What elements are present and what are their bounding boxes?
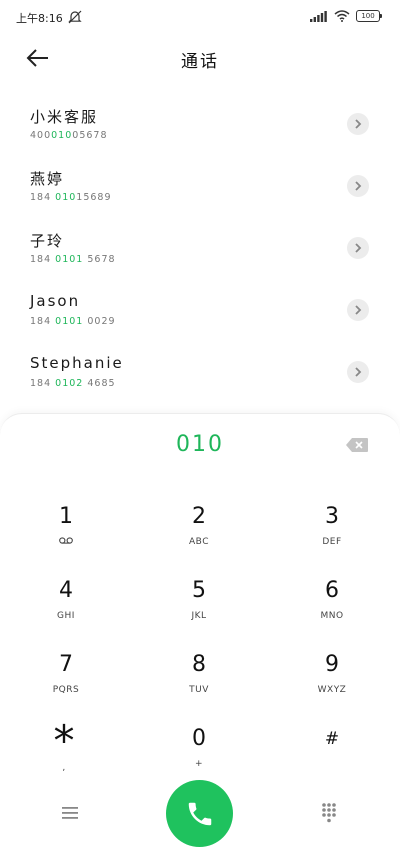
key-hash[interactable]: # <box>282 726 382 790</box>
key-star[interactable]: * , <box>14 720 114 784</box>
dialpad-panel: 010 1 2 ABC 3 DEF 4 GHI 5 JKL 6 MNO 7 PQ… <box>0 413 400 866</box>
key-digit: 4 <box>59 578 73 603</box>
key-9[interactable]: 9 WXYZ <box>282 652 382 716</box>
contact-number: 184 0101 5678 <box>30 254 116 265</box>
key-6[interactable]: 6 MNO <box>282 578 382 642</box>
contact-item[interactable]: Jason 184 0101 0029 <box>0 278 400 340</box>
voicemail-icon <box>59 537 73 544</box>
contact-name: 燕婷 <box>30 170 65 188</box>
status-indicators: 100 <box>310 10 382 22</box>
key-digit: # <box>324 729 340 749</box>
contact-detail-button[interactable] <box>347 113 369 135</box>
chevron-right-icon <box>355 181 362 191</box>
contact-detail-button[interactable] <box>347 175 369 197</box>
key-letters: MNO <box>320 611 344 621</box>
contact-name: 小米客服 <box>30 108 99 126</box>
chevron-right-icon <box>355 119 362 129</box>
battery-icon: 100 <box>356 10 382 22</box>
status-bar: 上午8:16 100 <box>0 0 400 36</box>
key-letters: , <box>62 763 66 773</box>
key-8[interactable]: 8 TUV <box>149 652 249 716</box>
key-digit: 2 <box>192 504 206 529</box>
wifi-icon <box>334 10 350 22</box>
key-digit: 1 <box>59 504 73 529</box>
header: 通话 <box>0 36 400 80</box>
key-digit: 6 <box>325 578 339 603</box>
key-letters <box>282 758 382 770</box>
signal-icon <box>310 10 327 22</box>
key-digit: 0 <box>192 726 206 751</box>
key-digit: 7 <box>59 652 73 677</box>
contact-number: 184 0102 4685 <box>30 378 116 389</box>
contact-number: 40001005678 <box>30 130 108 141</box>
contact-detail-button[interactable] <box>347 361 369 383</box>
keypad-icon[interactable] <box>321 802 337 824</box>
key-digit: 5 <box>192 578 206 603</box>
key-1[interactable]: 1 <box>16 504 116 568</box>
contact-item[interactable]: 小米客服 40001005678 <box>0 92 400 154</box>
key-3[interactable]: 3 DEF <box>282 504 382 568</box>
key-digit: 8 <box>192 652 206 677</box>
call-button[interactable] <box>166 780 233 847</box>
contact-list: 小米客服 40001005678 燕婷 184 01015689 子玲 184 … <box>0 92 400 402</box>
key-digit: 9 <box>325 652 339 677</box>
key-letters <box>16 536 116 548</box>
key-7[interactable]: 7 PQRS <box>16 652 116 716</box>
key-5[interactable]: 5 JKL <box>149 578 249 642</box>
key-4[interactable]: 4 GHI <box>16 578 116 642</box>
key-digit: 3 <box>325 504 339 529</box>
contact-detail-button[interactable] <box>347 299 369 321</box>
key-letters: TUV <box>189 685 209 695</box>
contact-item[interactable]: Stephanie 184 0102 4685 <box>0 340 400 402</box>
chevron-right-icon <box>355 243 362 253</box>
key-letters: PQRS <box>52 685 80 695</box>
key-letters: + <box>194 759 204 769</box>
bell-off-icon <box>68 10 82 24</box>
key-2[interactable]: 2 ABC <box>149 504 249 568</box>
key-letters: WXYZ <box>317 685 347 695</box>
phone-screen: 上午8:16 100 通话 小米客服 40001005678 燕婷 184 01… <box>0 0 400 866</box>
phone-icon <box>188 802 211 825</box>
key-letters: ABC <box>189 537 209 547</box>
chevron-right-icon <box>355 367 362 377</box>
key-digit: * <box>53 716 75 765</box>
contact-number: 184 0101 0029 <box>30 316 116 327</box>
status-time: 上午8:16 <box>16 12 63 25</box>
page-title: 通话 <box>181 52 219 72</box>
backspace-icon[interactable] <box>346 438 368 452</box>
contact-name: Stephanie <box>30 354 124 372</box>
menu-icon[interactable] <box>61 805 79 821</box>
contact-name: Jason <box>30 292 81 310</box>
contact-detail-button[interactable] <box>347 237 369 259</box>
contact-name: 子玲 <box>30 232 65 250</box>
contact-item[interactable]: 燕婷 184 01015689 <box>0 154 400 216</box>
chevron-right-icon <box>355 305 362 315</box>
contact-number: 184 01015689 <box>30 192 112 203</box>
dial-input[interactable]: 010 <box>0 432 400 457</box>
key-letters: DEF <box>322 537 342 547</box>
key-letters: GHI <box>57 611 75 621</box>
contact-item[interactable]: 子玲 184 0101 5678 <box>0 216 400 278</box>
key-letters: JKL <box>191 611 207 621</box>
